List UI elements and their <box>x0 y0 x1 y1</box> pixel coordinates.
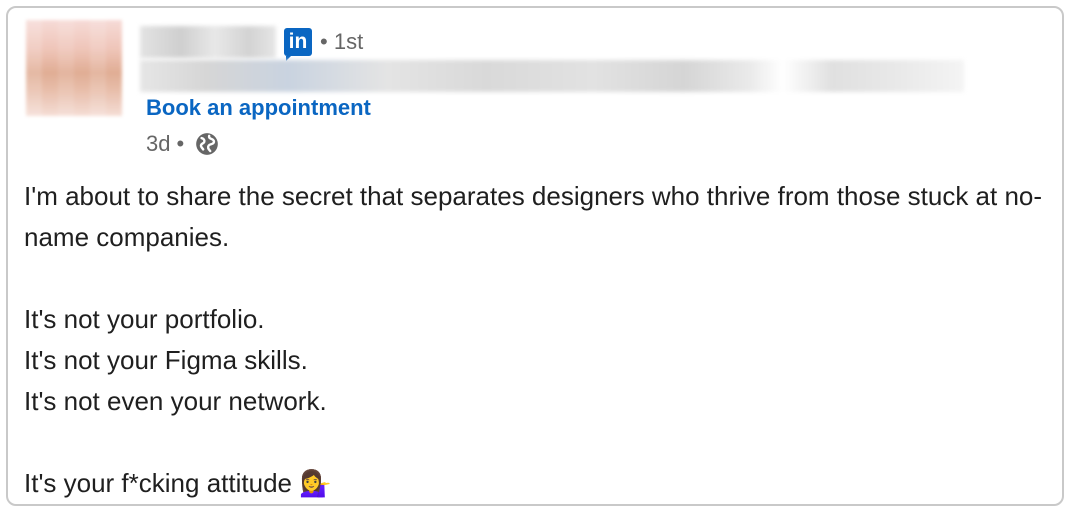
book-appointment-link[interactable]: Book an appointment <box>146 95 371 121</box>
post-body: I'm about to share the secret that separ… <box>24 176 1044 504</box>
connection-degree-label: 1st <box>333 29 364 54</box>
author-avatar[interactable] <box>26 20 122 116</box>
post-meta: 3d • <box>146 131 220 157</box>
post-card: in • 1st Book an appointment 3d • I'm ab… <box>6 6 1064 506</box>
post-line-text: It's your f*cking attitude <box>24 468 292 498</box>
author-name-redacted[interactable] <box>140 26 276 58</box>
globe-icon[interactable] <box>194 131 220 157</box>
degree-separator: • <box>320 29 334 54</box>
meta-separator: • <box>176 131 185 156</box>
post-line: It's not your Figma skills. <box>24 345 308 375</box>
tipping-hand-person-emoji-icon: 💁‍♀️ <box>299 468 332 498</box>
connection-degree: • 1st <box>320 29 363 55</box>
linkedin-badge-icon: in <box>284 28 312 61</box>
author-headline-redacted <box>140 60 964 92</box>
post-timestamp: 3d <box>146 131 171 156</box>
post-line: It's not even your network. <box>24 386 327 416</box>
post-line-final: It's your f*cking attitude 💁‍♀️ <box>24 463 1044 504</box>
post-line: I'm about to share the secret that separ… <box>24 181 1043 252</box>
post-line: It's not your portfolio. <box>24 304 265 334</box>
